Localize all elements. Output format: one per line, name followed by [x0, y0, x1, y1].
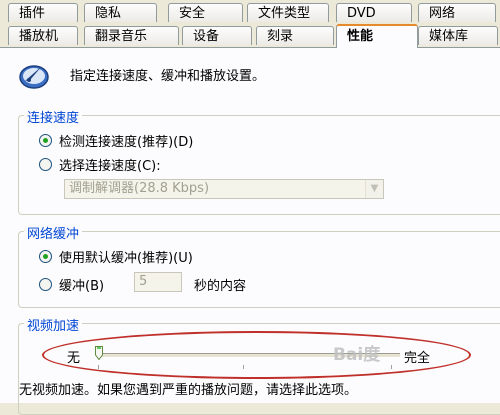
- tab-plugins[interactable]: 插件: [8, 3, 78, 22]
- tab-burn[interactable]: 刻录: [256, 26, 334, 45]
- acceleration-slider-track: [97, 353, 400, 358]
- tab-devices[interactable]: 设备: [182, 26, 252, 45]
- group-title: 视频加速: [24, 315, 83, 334]
- slider-tick: [391, 365, 392, 369]
- tab-privacy[interactable]: 隐私: [84, 3, 157, 22]
- acceleration-slider-thumb[interactable]: [95, 346, 103, 360]
- slider-tick: [243, 365, 244, 369]
- group-title: 网络缓冲: [24, 223, 83, 242]
- tab-label: 性能: [347, 29, 374, 44]
- buffer-seconds-suffix: 秒的内容: [194, 279, 247, 294]
- connection-speed-group: 连接速度 检测连接速度(推荐)(D) 选择连接速度(C): 调制解调器(28.8…: [18, 107, 500, 215]
- tab-label: 刻录: [267, 29, 294, 44]
- tab-player[interactable]: 播放机: [8, 26, 78, 45]
- slider-min-label: 无: [67, 351, 81, 366]
- performance-gauge-icon: [19, 65, 49, 89]
- choose-speed-radio[interactable]: [39, 158, 52, 171]
- slider-tick: [98, 365, 99, 369]
- network-buffering-group: 网络缓冲 使用默认缓冲(推荐)(U) 缓冲(B) 5 秒的内容: [18, 223, 500, 308]
- panel-description: 指定连接速度、缓冲和播放设置。: [70, 69, 266, 84]
- video-acceleration-group: 视频加速 无 完全 无视频加速。如果您遇到严重的播放问题，请选择此选项。: [18, 315, 500, 415]
- tab-label: 设备: [193, 29, 220, 44]
- tab-label: 网络: [429, 6, 456, 21]
- performance-panel: 指定连接速度、缓冲和播放设置。 连接速度 检测连接速度(推荐)(D) 选择连接速…: [0, 47, 500, 415]
- detect-speed-radio[interactable]: [39, 134, 52, 147]
- buffer-seconds-input[interactable]: 5: [134, 272, 182, 292]
- slider-max-label: 完全: [404, 351, 431, 366]
- choose-speed-label: 选择连接速度(C):: [59, 159, 161, 174]
- tab-label: DVD: [347, 6, 376, 21]
- acceleration-description: 无视频加速。如果您遇到严重的播放问题，请选择此选项。: [19, 383, 358, 398]
- tab-label: 文件类型: [258, 6, 311, 21]
- select-value: 调制解调器(28.8 Kbps): [69, 181, 210, 196]
- tab-rip-music[interactable]: 翻录音乐: [84, 26, 179, 45]
- tab-dvd[interactable]: DVD: [336, 3, 412, 22]
- tab-security[interactable]: 安全: [168, 3, 243, 22]
- tab-label: 安全: [179, 6, 206, 21]
- tab-label: 隐私: [95, 6, 122, 21]
- detect-speed-label: 检测连接速度(推荐)(D): [59, 135, 194, 150]
- group-title: 连接速度: [24, 107, 83, 126]
- tab-label: 播放机: [19, 29, 59, 44]
- custom-buffer-radio[interactable]: [39, 278, 52, 291]
- custom-buffer-label: 缓冲(B): [59, 279, 105, 294]
- tab-label: 插件: [19, 6, 46, 21]
- tab-network[interactable]: 网络: [418, 3, 496, 22]
- tab-label: 翻录音乐: [95, 29, 148, 44]
- tab-file-types[interactable]: 文件类型: [247, 3, 329, 22]
- default-buffer-label: 使用默认缓冲(推荐)(U): [59, 251, 193, 266]
- tab-performance[interactable]: 性能: [336, 24, 418, 48]
- default-buffer-radio[interactable]: [39, 250, 52, 263]
- connection-speed-select[interactable]: 调制解调器(28.8 Kbps) ▼: [64, 179, 384, 199]
- tab-label: 媒体库: [429, 29, 469, 44]
- chevron-down-icon: ▼: [365, 180, 383, 198]
- tab-library[interactable]: 媒体库: [418, 26, 498, 45]
